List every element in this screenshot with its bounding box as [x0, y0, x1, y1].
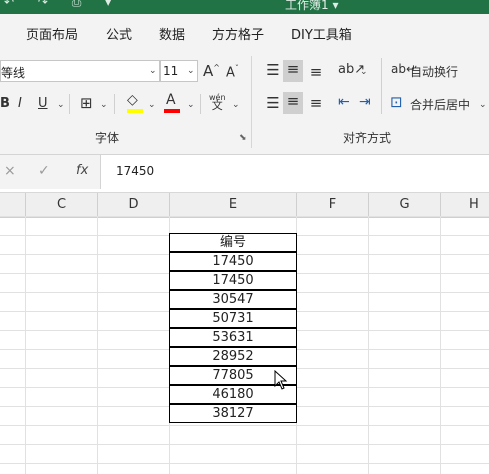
chevron-down-icon[interactable]: ⌄	[100, 100, 108, 110]
divider	[200, 94, 201, 114]
borders-icon[interactable]: ⊞	[80, 94, 93, 112]
formula-bar: × ✓ fx 17450	[0, 155, 489, 189]
fill-color-icon[interactable]: ◇	[127, 92, 138, 108]
gridline	[440, 216, 441, 474]
font-name-value: 等线	[1, 66, 26, 80]
divider	[69, 94, 70, 114]
column-headers: C D E F G H	[0, 192, 489, 218]
table-cell[interactable]: 28952	[169, 347, 297, 366]
shrink-font-button[interactable]: Aˇ	[226, 64, 239, 80]
align-left-icon[interactable]: ☰	[263, 94, 283, 112]
tab-fangfang[interactable]: 方方格子	[212, 24, 264, 43]
align-right-icon[interactable]: ≡	[306, 94, 326, 112]
italic-button[interactable]: I	[18, 96, 22, 111]
merge-center-icon[interactable]: ⊡	[390, 93, 403, 111]
title-bar: ↶ ↷ ⎙ ▾ 工作簿1 ▾	[0, 0, 489, 14]
alignment-group-label: 对齐方式	[343, 131, 392, 145]
chevron-down-icon: ⌄	[149, 66, 157, 76]
grow-font-icon: A	[203, 62, 214, 80]
chevron-down-icon[interactable]: ⌄	[187, 100, 195, 110]
table-header-cell[interactable]: 编号	[169, 233, 297, 252]
wrap-text-button[interactable]: 自动换行	[410, 63, 458, 80]
bold-button[interactable]: B	[0, 96, 10, 111]
dialog-launcher-icon[interactable]: ⬊	[239, 133, 247, 143]
increase-indent-icon[interactable]: ⇥	[359, 94, 371, 110]
pinyin-button[interactable]: wén 文	[209, 94, 226, 112]
font-color-button[interactable]: A	[166, 92, 176, 108]
underline-button[interactable]: U	[38, 96, 48, 111]
chevron-down-icon[interactable]: ⌄	[57, 100, 65, 110]
column-header-g[interactable]: G	[369, 193, 441, 217]
font-size-select[interactable]: 11 ⌄	[160, 60, 198, 82]
table-cell[interactable]: 17450	[169, 271, 297, 290]
column-header-h[interactable]: H	[441, 193, 489, 217]
table-cell[interactable]: 17450	[169, 252, 297, 271]
chevron-down-icon[interactable]: ⌄	[360, 67, 368, 77]
column-header-d[interactable]: D	[98, 193, 170, 217]
shrink-font-icon: A	[226, 65, 235, 81]
table-cell[interactable]: 53631	[169, 328, 297, 347]
formula-input[interactable]: 17450	[116, 164, 154, 178]
chevron-down-icon[interactable]: ⌄	[479, 100, 487, 110]
gridline	[368, 216, 369, 474]
gridline	[97, 216, 98, 474]
tab-data[interactable]: 数据	[159, 24, 185, 43]
column-header-e[interactable]: E	[170, 193, 297, 217]
pinyin-icon: 文	[211, 99, 223, 112]
ribbon: 等线 ⌄ 11 ⌄ A^ Aˇ B I U ⌄ ⊞ ⌄ ◇ ⌄ A ⌄ wén 文…	[0, 50, 489, 155]
document-title[interactable]: 工作簿1 ▾	[285, 0, 338, 13]
grow-font-button[interactable]: A^	[203, 62, 220, 80]
table-cell[interactable]: 38127	[169, 404, 297, 423]
ribbon-tabs: 页面布局 公式 数据 方方格子 DIY工具箱	[0, 14, 489, 50]
column-header-f[interactable]: F	[297, 193, 369, 217]
table-cell[interactable]: 50731	[169, 309, 297, 328]
merge-center-button[interactable]: 合并后居中	[410, 96, 470, 113]
cancel-icon[interactable]: ×	[4, 163, 16, 179]
align-center-icon[interactable]: ≡	[283, 92, 303, 114]
font-group-label: 字体	[95, 131, 120, 145]
chevron-down-icon[interactable]: ⌄	[232, 100, 240, 110]
font-size-value: 11	[163, 64, 179, 78]
formula-controls: × ✓ fx	[0, 155, 101, 189]
column-header-c[interactable]: C	[26, 193, 98, 217]
fill-color-swatch	[127, 109, 143, 113]
tab-diy-toolbox[interactable]: DIY工具箱	[291, 24, 352, 43]
chevron-down-icon: ⌄	[187, 66, 195, 76]
tab-page-layout[interactable]: 页面布局	[26, 24, 78, 43]
align-top-icon[interactable]: ☰	[263, 61, 283, 79]
align-middle-icon[interactable]: ≡	[283, 60, 303, 82]
gridline	[25, 216, 26, 474]
align-bottom-icon[interactable]: ≡	[306, 63, 326, 81]
enter-icon[interactable]: ✓	[38, 163, 50, 179]
divider	[381, 58, 382, 114]
chevron-down-icon[interactable]: ⌄	[148, 100, 156, 110]
decrease-indent-icon[interactable]: ⇤	[338, 94, 350, 110]
group-separator	[251, 56, 252, 148]
quick-access-toolbar[interactable]: ↶ ↷ ⎙ ▾	[4, 0, 121, 10]
font-color-swatch	[164, 109, 180, 113]
insert-function-icon[interactable]: fx	[76, 163, 88, 178]
table-cell[interactable]: 30547	[169, 290, 297, 309]
mouse-cursor-icon	[274, 370, 288, 390]
column-header-b[interactable]	[0, 193, 26, 217]
font-name-select[interactable]: 等线 ⌄	[0, 60, 160, 82]
tab-formulas[interactable]: 公式	[106, 24, 132, 43]
divider	[114, 94, 115, 114]
